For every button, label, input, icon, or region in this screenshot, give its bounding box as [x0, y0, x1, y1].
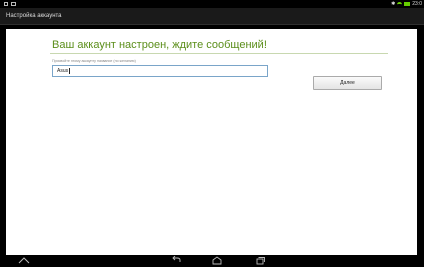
home-icon[interactable]: [211, 256, 223, 267]
account-setup-panel: Ваш аккаунт настроен, ждите сообщений! П…: [6, 29, 417, 255]
battery-icon: [404, 2, 411, 6]
notification-icon: [4, 2, 8, 6]
back-icon[interactable]: [170, 255, 182, 266]
wifi-icon: [397, 2, 403, 6]
clock: 23:0: [412, 1, 422, 7]
text-caret: [68, 67, 70, 74]
account-name-input[interactable]: Asus: [52, 65, 268, 77]
window-title: Настройка аккаунта: [6, 13, 62, 19]
recents-icon[interactable]: [254, 256, 266, 267]
screenshot-icon: [11, 2, 16, 6]
next-button[interactable]: Далее: [313, 76, 382, 90]
bluetooth-icon: ✱: [391, 1, 396, 7]
account-name-label: Присвойте этому аккаунту название (по же…: [52, 59, 136, 63]
apps-icon[interactable]: [18, 256, 30, 266]
page-heading: Ваш аккаунт настроен, ждите сообщений!: [52, 39, 267, 51]
navigation-bar: [0, 255, 424, 266]
status-bar: ✱ 23:0: [0, 0, 424, 8]
system-icons: ✱ 23:0: [391, 0, 422, 8]
account-name-value: Asus: [57, 68, 69, 74]
heading-divider: [50, 53, 388, 54]
notification-icons: [4, 0, 16, 8]
title-bar: Настройка аккаунта: [0, 8, 424, 25]
